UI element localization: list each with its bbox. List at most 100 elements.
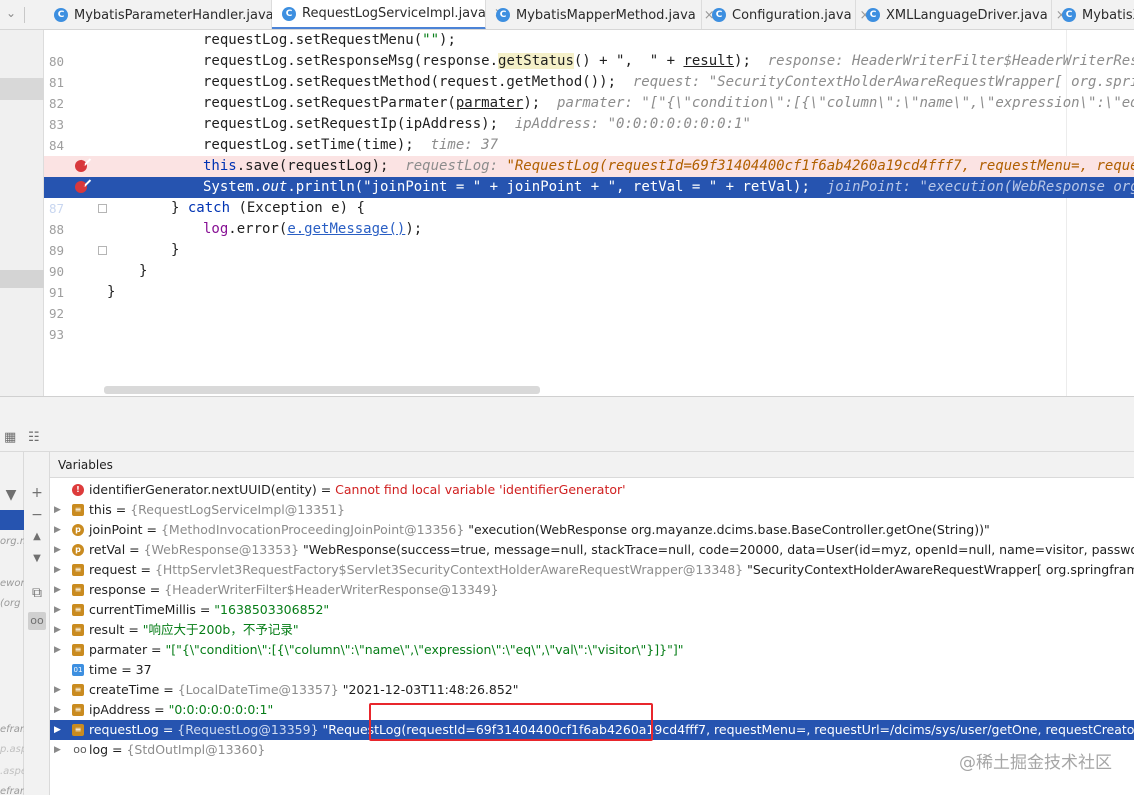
variables-header: Variables [50,452,1134,478]
tab-configuration[interactable]: C Configuration.java × [702,0,870,29]
selected-frame[interactable] [0,510,24,530]
field-icon: ≡ [72,564,84,576]
panel-splitter[interactable] [0,396,1134,424]
variable-row-time[interactable]: 01 time = 37 [50,660,1134,680]
string-literal: "" [422,32,440,48]
code-token: parmater [455,95,524,111]
expand-arrow-icon[interactable]: ▶ [54,500,61,520]
project-tool-strip [0,30,44,396]
code-token: requestLog.setRequestIp(ipAddress); [203,116,499,132]
variable-row-request[interactable]: ▶ ≡ request = {HttpServlet3RequestFactor… [50,560,1134,580]
expand-arrow-icon[interactable]: ▶ [54,700,61,720]
code-token: requestLog.setRequestParmater( [203,95,456,111]
code-line[interactable]: 93 [44,303,1134,342]
frames-panel: ▼ org.m ework (org efram p.asp .aspe efr… [0,452,24,795]
move-down-icon[interactable]: ▼ [28,550,46,568]
expand-arrow-icon[interactable]: ▶ [54,720,61,740]
variable-row-createtime[interactable]: ▶ ≡ createTime = {LocalDateTime@13357} "… [50,680,1134,700]
code-token: requestLog.setRequestMethod(request.getM… [203,74,617,90]
code-line[interactable]: 80 requestLog.setRequestMenu(""); [44,30,1134,69]
code-line[interactable]: 88 } catch (Exception e) { [44,198,1134,237]
breakpoint-icon[interactable] [75,181,87,193]
tab-scroll-controls: ⌄ [0,0,44,29]
show-watches-icon[interactable]: oo [28,612,46,630]
variable-name: ipAddress = [89,702,169,717]
variable-row-joinpoint[interactable]: ▶ p joinPoint = {MethodInvocationProceed… [50,520,1134,540]
java-class-icon: C [496,8,510,22]
expand-arrow-icon[interactable]: ▶ [54,600,61,620]
filter-icon[interactable]: ▼ [2,486,20,504]
fold-marker-icon[interactable] [98,246,107,255]
frame-item[interactable]: efram [0,786,24,795]
code-editor[interactable]: 80 requestLog.setRequestMenu(""); 81 req… [44,30,1134,396]
variable-value: "WebResponse(success=true, message=null,… [303,542,1134,557]
expand-arrow-icon[interactable]: ▶ [54,740,61,760]
code-line[interactable]: 81 requestLog.setResponseMsg(response.ge… [44,51,1134,90]
tab-xml-language-driver[interactable]: C XMLLanguageDriver.java × [856,0,1067,29]
expand-arrow-icon[interactable]: ▶ [54,540,61,560]
variable-row-response[interactable]: ▶ ≡ response = {HeaderWriterFilter$Heade… [50,580,1134,600]
variable-name: retVal = [89,542,144,557]
frame-item[interactable]: ework [0,578,24,589]
variable-row-retval[interactable]: ▶ p retVal = {WebResponse@13353} "WebRes… [50,540,1134,560]
frame-item[interactable]: .aspe [0,766,24,777]
code-line[interactable]: 89 log.error(e.getMessage()); [44,219,1134,258]
breakpoint-line[interactable]: 86 this.save(requestLog); requestLog: "R… [44,156,1134,195]
inline-debug-value: response: HeaderWriterFilter$HeaderWrite… [767,53,1134,69]
parameter-icon: p [72,524,84,536]
strip-highlight [0,78,44,100]
code-token: } [139,263,148,279]
tab-mybatis-mapper-method[interactable]: C MybatisMapperMethod.java × [486,0,715,29]
expand-arrow-icon[interactable]: ▶ [54,520,61,540]
frame-item[interactable]: efram [0,724,24,735]
code-line[interactable]: 84 requestLog.setRequestIp(ipAddress); i… [44,114,1134,153]
parameter-icon: p [72,544,84,556]
code-line[interactable]: 85 requestLog.setTime(time); time: 37 [44,135,1134,174]
expand-arrow-icon[interactable]: ▶ [54,560,61,580]
java-class-icon: C [712,8,726,22]
move-up-icon[interactable]: ▲ [28,528,46,546]
frame-item[interactable]: org.m [0,536,24,547]
code-line[interactable]: 83 requestLog.setRequestParmater(parmate… [44,93,1134,132]
code-token: .println( [287,179,364,195]
variable-row-this[interactable]: ▶ ≡ this = {RequestLogServiceImpl@13351} [50,500,1134,520]
table-view-icon[interactable]: ▦ [4,430,16,445]
copy-icon[interactable]: ⧉ [28,584,46,602]
variable-row-result[interactable]: ▶ ≡ result = "响应大于200b，不予记录" [50,620,1134,640]
error-icon: ! [72,484,84,496]
code-line[interactable]: 82 requestLog.setRequestMethod(request.g… [44,72,1134,111]
expand-arrow-icon[interactable]: ▶ [54,580,61,600]
tab-mybatis-parameter-handler[interactable]: C MybatisParameterHandler.java × [44,0,293,29]
variable-row-error[interactable]: ! identifierGenerator.nextUUID(entity) =… [50,480,1134,500]
tab-label: Configuration.java [732,7,852,23]
current-execution-line[interactable]: 87 System.out.println("joinPoint = " + j… [44,177,1134,216]
code-token: requestLog.setRequestMenu( [203,32,423,48]
variable-type: {RequestLog@13359} [177,722,319,737]
add-watch-icon[interactable]: + [28,484,46,502]
expand-arrow-icon[interactable]: ▶ [54,680,61,700]
breakpoint-icon[interactable] [75,160,87,172]
variable-row-parmater[interactable]: ▶ ≡ parmater = "["{\"condition\":[{\"col… [50,640,1134,660]
code-line[interactable]: 92 } [44,282,1134,321]
tab-request-log-service-impl[interactable]: C RequestLogServiceImpl.java × [272,0,505,29]
layout-settings-icon[interactable]: ☷ [28,430,40,445]
code-line[interactable]: 90 } [44,240,1134,279]
keyword: catch [187,200,231,216]
frame-item[interactable]: (org [0,598,24,609]
chevron-down-icon[interactable]: ⌄ [6,6,16,20]
expand-arrow-icon[interactable]: ▶ [54,640,61,660]
code-token: ); [523,95,541,111]
watermark: @稀土掘金技术社区 [959,753,1112,773]
expand-arrow-icon[interactable]: ▶ [54,620,61,640]
horizontal-scrollbar[interactable] [104,386,540,394]
remove-icon[interactable]: − [28,506,46,524]
inline-debug-value: parmater: "["{\"condition\":[{\"column\"… [557,95,1134,111]
fold-marker-icon[interactable] [98,204,107,213]
code-line[interactable]: 91 } [44,261,1134,300]
code-token: result [683,53,735,69]
frame-item[interactable]: p.asp [0,744,24,755]
debug-toolbar: ▦ ☷ [0,424,1134,452]
java-class-icon: C [866,8,880,22]
variable-row-currenttimemillis[interactable]: ▶ ≡ currentTimeMillis = "1638503306852" [50,600,1134,620]
tab-mybatis-xml-truncated[interactable]: C MybatisXM [1052,0,1134,29]
